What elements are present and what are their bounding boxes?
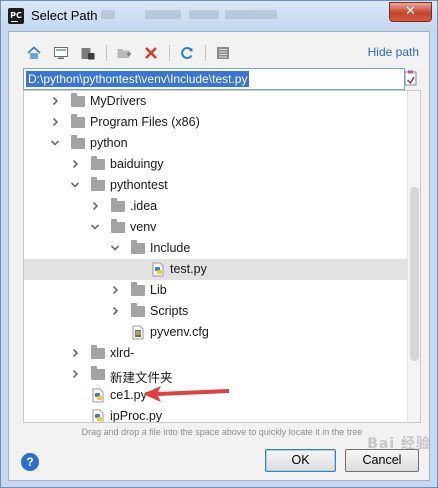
- delete-icon: [145, 47, 157, 59]
- chevron-down-icon[interactable]: [50, 137, 60, 149]
- config-file-icon: [130, 325, 146, 340]
- tree-item-label: venv: [130, 220, 157, 234]
- clipboard-icon: [404, 70, 417, 86]
- tree-row[interactable]: xlrd-: [24, 343, 408, 364]
- background-window-ghost: [101, 4, 371, 24]
- home-icon: [27, 46, 41, 59]
- show-hidden-icon: [217, 47, 229, 59]
- toolbar: [23, 42, 239, 64]
- delete-button[interactable]: [140, 43, 162, 63]
- folder-icon: [130, 303, 146, 319]
- tree-item-label: pyvenv.cfg: [150, 325, 209, 339]
- show-hidden-button[interactable]: [212, 43, 234, 63]
- toolbar-separator: [169, 45, 170, 61]
- desktop-icon: [54, 47, 68, 59]
- toolbar-separator: [106, 45, 107, 61]
- tree-item-label: test.py: [170, 262, 207, 276]
- desktop-button[interactable]: [50, 43, 72, 63]
- path-input[interactable]: D:\python\pythontest\venv\Include\test.p…: [23, 68, 405, 90]
- dialog-title: Select Path: [31, 8, 98, 23]
- chevron-right-icon[interactable]: [110, 284, 120, 296]
- title-bar[interactable]: PC Select Path ✕: [1, 1, 437, 31]
- folder-icon: [130, 282, 146, 298]
- chevron-down-icon[interactable]: [110, 242, 120, 254]
- tree-item-label: Lib: [150, 283, 167, 297]
- chevron-right-icon[interactable]: [50, 95, 60, 107]
- help-button[interactable]: ?: [21, 453, 39, 471]
- folder-icon: [70, 135, 86, 151]
- watermark: Bai 经验: [367, 436, 431, 452]
- chevron-right-icon[interactable]: [110, 305, 120, 317]
- folder-icon: [110, 198, 126, 214]
- tree-item-label: baiduingy: [110, 157, 164, 171]
- tree-item-label: MyDrivers: [90, 94, 147, 108]
- tree-row[interactable]: pyvenv.cfg: [24, 322, 408, 343]
- chevron-right-icon[interactable]: [90, 200, 100, 212]
- pycharm-app-icon: PC: [8, 8, 24, 24]
- tree-row[interactable]: baiduingy: [24, 154, 408, 175]
- python-file-icon: [150, 262, 166, 277]
- tree-row[interactable]: ipProc.py: [24, 406, 408, 423]
- tree-row[interactable]: python: [24, 133, 408, 154]
- tree-item-label: Scripts: [150, 304, 189, 318]
- tree-row[interactable]: Program Files (x86): [24, 112, 408, 133]
- path-input-selected-text: D:\python\pythontest\venv\Include\test.p…: [26, 71, 250, 87]
- folder-icon: [70, 114, 86, 130]
- tree-row[interactable]: Lib: [24, 280, 408, 301]
- annotation-arrow: [143, 386, 229, 402]
- new-folder-icon: [117, 49, 131, 58]
- cancel-button[interactable]: Cancel: [345, 449, 419, 472]
- tree-item-label: pythontest: [110, 178, 168, 192]
- python-file-icon: [90, 409, 106, 422]
- tree-item-label: Include: [150, 241, 191, 255]
- tree-item-label: Program Files (x86): [90, 115, 200, 129]
- project-button[interactable]: [77, 43, 99, 63]
- chevron-right-icon[interactable]: [70, 347, 80, 359]
- dialog-body: Hide path D:\python\pythontest\venv\Incl…: [8, 31, 430, 481]
- chevron-right-icon[interactable]: [70, 368, 80, 380]
- close-button[interactable]: ✕: [389, 2, 432, 22]
- folder-icon: [70, 93, 86, 109]
- tree-row[interactable]: Include: [24, 238, 408, 259]
- python-file-icon: [90, 388, 106, 403]
- tree-item-label: ipProc.py: [110, 409, 163, 423]
- folder-icon: [130, 240, 146, 256]
- tree-row[interactable]: .idea: [24, 196, 408, 217]
- scrollbar-thumb[interactable]: [410, 187, 419, 361]
- folder-icon: [90, 345, 106, 361]
- chevron-down-icon[interactable]: [70, 179, 80, 191]
- refresh-icon: [181, 47, 193, 60]
- tree-row[interactable]: venv: [24, 217, 408, 238]
- tree-item-label: xlrd-: [110, 346, 135, 360]
- path-history-button[interactable]: [403, 69, 419, 87]
- hide-path-link[interactable]: Hide path: [368, 45, 419, 59]
- chevron-right-icon[interactable]: [70, 158, 80, 170]
- tree-row[interactable]: pythontest: [24, 175, 408, 196]
- new-folder-button[interactable]: [113, 43, 135, 63]
- refresh-button[interactable]: [176, 43, 198, 63]
- tree-item-label: .idea: [130, 199, 158, 213]
- home-button[interactable]: [23, 43, 45, 63]
- ok-button[interactable]: OK: [265, 449, 336, 472]
- chevron-down-icon[interactable]: [90, 221, 100, 233]
- tree-row[interactable]: test.py: [24, 259, 408, 280]
- project-icon: [81, 48, 95, 60]
- select-path-dialog: PC Select Path ✕ Hide path D:\python\pyt…: [0, 0, 438, 488]
- folder-icon: [90, 156, 106, 172]
- tree-row[interactable]: Scripts: [24, 301, 408, 322]
- folder-icon: [90, 366, 106, 382]
- toolbar-separator: [205, 45, 206, 61]
- tree-row[interactable]: MyDrivers: [24, 91, 408, 112]
- chevron-right-icon[interactable]: [50, 116, 60, 128]
- tree-scrollbar[interactable]: [407, 91, 420, 422]
- tree-item-label: python: [90, 136, 128, 150]
- folder-icon: [110, 219, 126, 235]
- folder-icon: [90, 177, 106, 193]
- file-tree[interactable]: ipProc.py ce1.py 新建文件夹 xlrd-pyvenv.cfg Scrip…: [23, 90, 421, 423]
